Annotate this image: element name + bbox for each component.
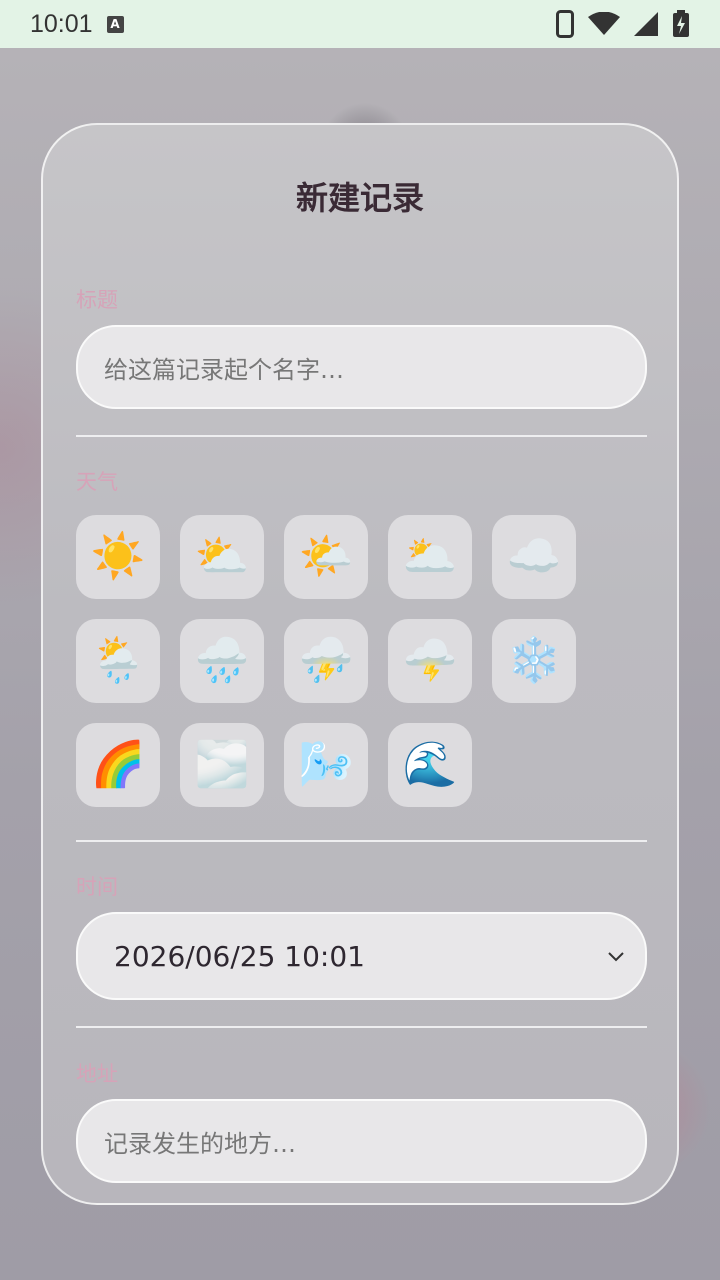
cloud-icon: ☁️ <box>506 531 562 582</box>
weather-option-sun[interactable]: ☀️ <box>76 515 160 599</box>
weather-option-fog[interactable]: 🌫️ <box>180 723 264 807</box>
wind-face-icon: 🌬️ <box>298 739 354 790</box>
dialog-title: 新建记录 <box>295 179 424 217</box>
address-input-placeholder: 记录发生的地方… <box>104 1129 296 1158</box>
weather-option-sun-behind-large-cloud[interactable]: 🌥️ <box>388 515 472 599</box>
fog-icon: 🌫️ <box>194 739 250 790</box>
rain-cloud-icon: 🌧️ <box>194 635 250 686</box>
weather-label: 天气 <box>76 470 118 494</box>
battery-charging-icon <box>673 10 689 37</box>
divider <box>76 435 647 437</box>
weather-option-lightning-cloud[interactable]: 🌩️ <box>388 619 472 703</box>
sun-behind-large-cloud-icon: 🌥️ <box>402 531 458 582</box>
rainbow-icon: 🌈 <box>90 739 146 790</box>
weather-option-snowflake[interactable]: ❄️ <box>492 619 576 703</box>
status-bar: 10:01 A <box>0 0 720 48</box>
weather-option-sun-behind-rain-cloud[interactable]: 🌦️ <box>76 619 160 703</box>
weather-option-rainbow[interactable]: 🌈 <box>76 723 160 807</box>
divider <box>76 840 647 842</box>
sun-behind-rain-cloud-icon: 🌦️ <box>90 635 146 686</box>
thunder-rain-cloud-icon: ⛈️ <box>298 635 354 686</box>
new-record-dialog: 新建记录 标题 给这篇记录起个名字… 天气 ☀️ ⛅ 🌤️ 🌥️ ☁️ 🌦️ 🌧️ ⛈️ 🌩️ ❄… <box>41 123 679 1205</box>
weather-option-water-wave[interactable]: 🌊 <box>388 723 472 807</box>
sun-behind-cloud-icon: ⛅ <box>194 531 250 582</box>
sun-behind-small-cloud-icon: 🌤️ <box>298 531 354 582</box>
address-label: 地址 <box>76 1062 118 1086</box>
signal-icon <box>634 12 658 36</box>
title-input-placeholder: 给这篇记录起个名字… <box>104 355 344 384</box>
weather-option-cloud[interactable]: ☁️ <box>492 515 576 599</box>
time-select[interactable]: 2026/06/25 10:01 <box>76 912 647 1000</box>
sun-icon: ☀️ <box>90 531 146 582</box>
weather-option-sun-behind-cloud[interactable]: ⛅ <box>180 515 264 599</box>
title-label: 标题 <box>76 288 118 312</box>
weather-option-thunder-rain-cloud[interactable]: ⛈️ <box>284 619 368 703</box>
address-input[interactable]: 记录发生的地方… <box>76 1099 647 1183</box>
weather-option-rain-cloud[interactable]: 🌧️ <box>180 619 264 703</box>
water-wave-icon: 🌊 <box>402 739 458 790</box>
weather-grid: ☀️ ⛅ 🌤️ 🌥️ ☁️ 🌦️ 🌧️ ⛈️ 🌩️ ❄️ 🌈 🌫️ 🌬️ 🌊 <box>76 515 596 807</box>
wifi-icon <box>588 12 620 35</box>
keyboard-a-icon: A <box>106 15 124 33</box>
status-time: 10:01 <box>30 9 93 38</box>
weather-option-sun-behind-small-cloud[interactable]: 🌤️ <box>284 515 368 599</box>
chevron-down-icon <box>608 952 624 962</box>
divider <box>76 1026 647 1028</box>
title-input[interactable]: 给这篇记录起个名字… <box>76 325 647 409</box>
lightning-cloud-icon: 🌩️ <box>402 635 458 686</box>
status-icons <box>556 10 690 38</box>
phone-icon <box>556 10 574 38</box>
snowflake-icon: ❄️ <box>506 635 562 686</box>
time-label: 时间 <box>76 875 118 899</box>
weather-option-wind-face[interactable]: 🌬️ <box>284 723 368 807</box>
time-value: 2026/06/25 10:01 <box>114 939 365 973</box>
